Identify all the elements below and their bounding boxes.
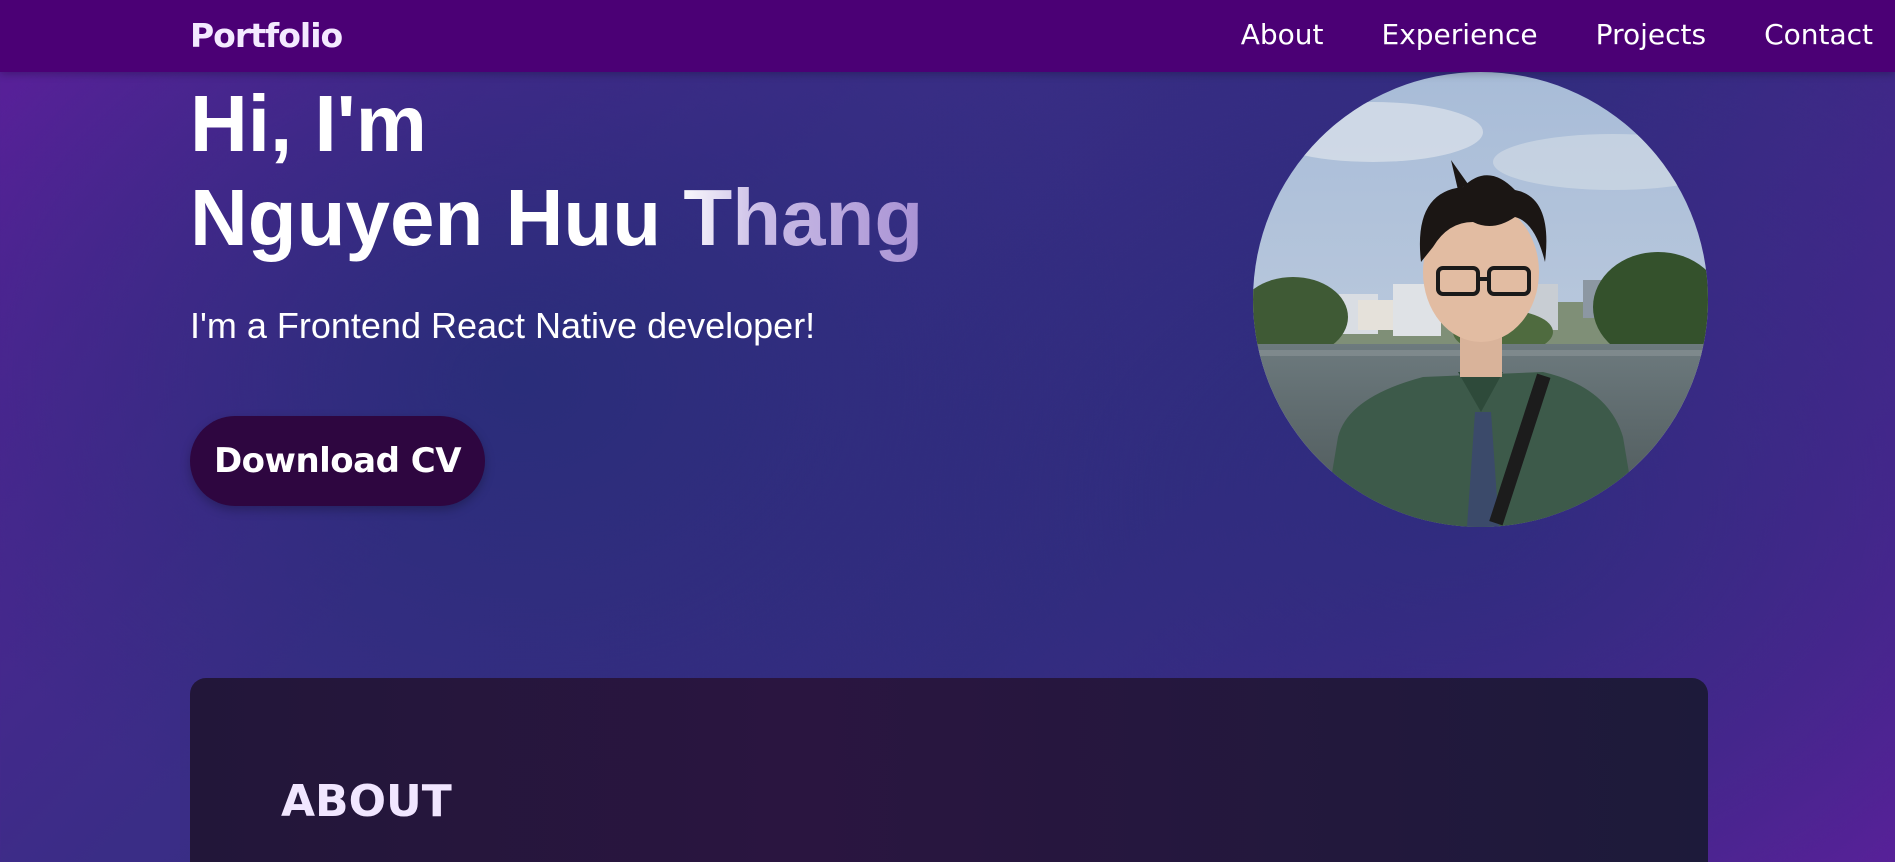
profile-photo bbox=[1253, 72, 1708, 527]
hero-greeting: Hi, I'm bbox=[190, 79, 427, 168]
about-heading: ABOUT bbox=[281, 776, 452, 827]
nav-link-experience[interactable]: Experience bbox=[1382, 18, 1538, 51]
nav-links: About Experience Projects Contact bbox=[1183, 18, 1873, 51]
hero-name: Nguyen Huu Thang bbox=[190, 170, 923, 266]
navbar: Portfolio About Experience Projects Cont… bbox=[0, 0, 1895, 72]
nav-link-about[interactable]: About bbox=[1241, 18, 1324, 51]
nav-link-projects[interactable]: Projects bbox=[1596, 18, 1706, 51]
download-cv-button[interactable]: Download CV bbox=[190, 416, 485, 506]
hero-tagline: I'm a Frontend React Native developer! bbox=[190, 305, 816, 346]
nav-link-contact[interactable]: Contact bbox=[1764, 18, 1873, 51]
brand-logo[interactable]: Portfolio bbox=[190, 16, 343, 55]
about-card: ABOUT bbox=[190, 678, 1708, 862]
